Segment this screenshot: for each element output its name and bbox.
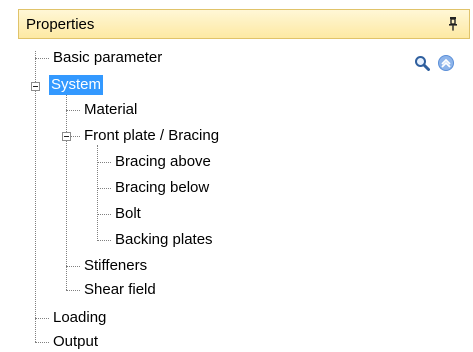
tree-line-root bbox=[35, 51, 36, 342]
tree-line-branch bbox=[97, 214, 111, 215]
tree-line-branch bbox=[35, 58, 49, 59]
tree-line-branch bbox=[97, 240, 111, 241]
tree-toolbar bbox=[412, 53, 456, 73]
tree-line-branch bbox=[66, 290, 80, 291]
tree-item-bracing-above[interactable]: Bracing above bbox=[113, 152, 213, 172]
panel-title: Properties bbox=[26, 15, 95, 33]
tree-line-front-plate bbox=[97, 145, 98, 241]
tree-item-bolt[interactable]: Bolt bbox=[113, 204, 143, 224]
tree-line-branch bbox=[66, 266, 80, 267]
tree-line-branch bbox=[71, 136, 80, 137]
tree-item-backing-plates[interactable]: Backing plates bbox=[113, 230, 215, 250]
tree-item-loading[interactable]: Loading bbox=[51, 308, 108, 328]
tree-line-branch bbox=[35, 342, 49, 343]
collapse-toggle-system[interactable] bbox=[31, 82, 40, 91]
collapse-toggle-front-plate[interactable] bbox=[62, 132, 71, 141]
tree-line-system bbox=[66, 92, 67, 290]
tree-line-branch bbox=[66, 110, 80, 111]
search-icon[interactable] bbox=[412, 53, 432, 73]
tree-line-branch bbox=[97, 162, 111, 163]
tree-item-basic-parameter[interactable]: Basic parameter bbox=[51, 48, 164, 68]
tree-item-output[interactable]: Output bbox=[51, 332, 100, 352]
properties-header: Properties bbox=[18, 9, 470, 39]
tree-item-shear-field[interactable]: Shear field bbox=[82, 280, 158, 300]
tree-item-stiffeners[interactable]: Stiffeners bbox=[82, 256, 149, 276]
pin-icon[interactable] bbox=[441, 12, 465, 36]
collapse-up-icon[interactable] bbox=[436, 53, 456, 73]
tree-item-system[interactable]: System bbox=[49, 75, 104, 95]
tree-item-material[interactable]: Material bbox=[82, 100, 139, 120]
tree-line-branch bbox=[97, 188, 111, 189]
tree-item-bracing-below[interactable]: Bracing below bbox=[113, 178, 211, 198]
tree-item-front-plate-bracing[interactable]: Front plate / Bracing bbox=[82, 126, 221, 146]
tree-line-branch bbox=[35, 318, 49, 319]
